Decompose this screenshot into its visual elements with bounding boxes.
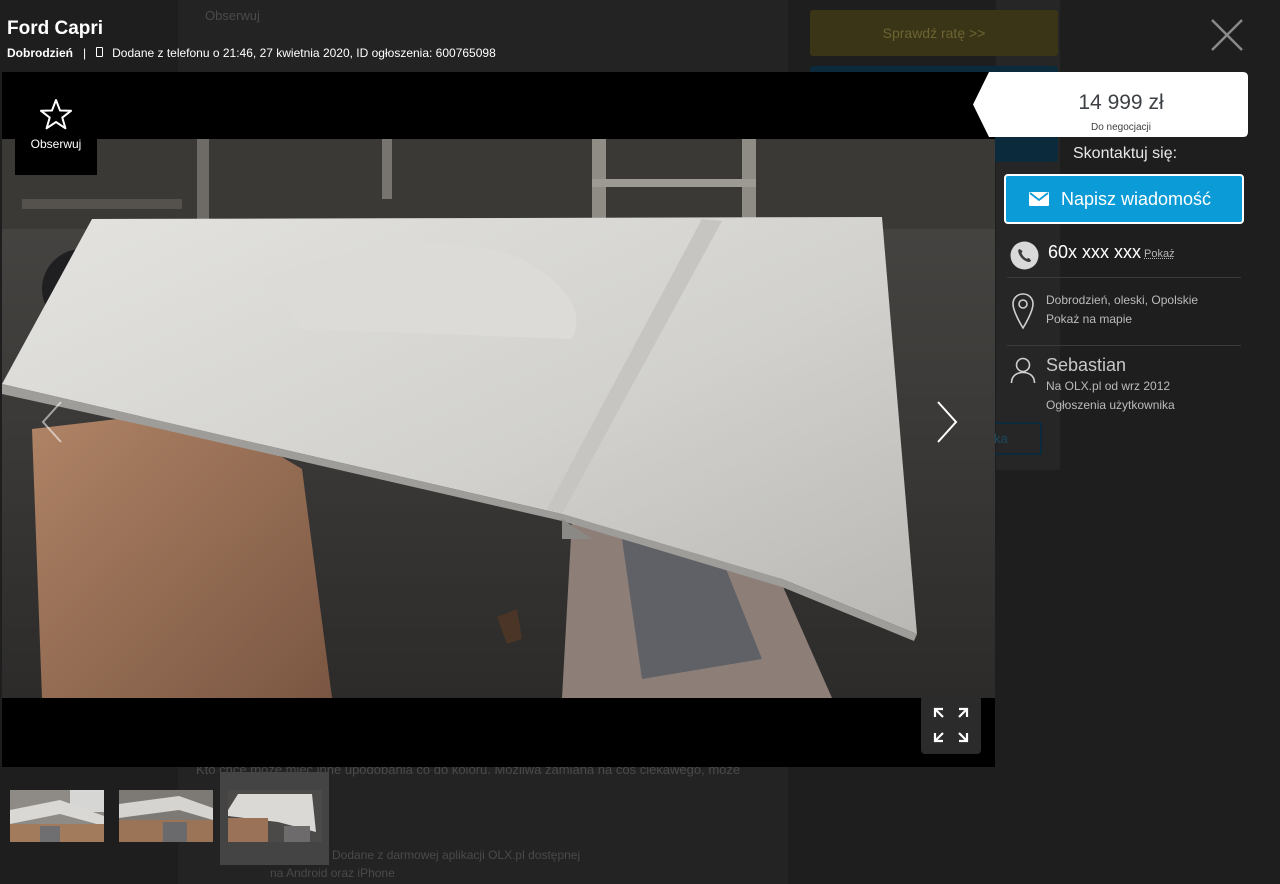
follow-label: Obserwuj <box>30 137 82 151</box>
map-pin-icon <box>1012 293 1034 330</box>
chevron-left-icon <box>41 401 62 443</box>
seller-address: Dobrodzień, oleski, Opolskie <box>1046 293 1199 307</box>
main-photo <box>2 139 995 698</box>
next-photo-arrow[interactable] <box>934 400 960 444</box>
contact-divider <box>1007 277 1241 278</box>
background-check-rate-button: Sprawdź ratę >> <box>810 10 1058 56</box>
send-message-label: Napisz wiadomość <box>1061 188 1212 209</box>
contact-divider <box>1007 345 1241 346</box>
meta-separator: | <box>83 46 87 60</box>
send-message-button[interactable]: Napisz wiadomość <box>1004 174 1244 224</box>
star-icon <box>40 99 72 130</box>
show-phone-link[interactable]: Pokaż <box>1144 248 1175 260</box>
photo-thumbnail-selected[interactable] <box>228 790 322 842</box>
background-app-line-1: Dodane z darmowej aplikacji OLX.pl dostę… <box>332 848 581 862</box>
show-on-map-link[interactable]: Pokaż na mapie <box>1046 312 1132 326</box>
fullscreen-button[interactable] <box>921 696 981 754</box>
listing-title: Ford Capri <box>7 18 104 39</box>
photo-thumbnail[interactable] <box>119 790 213 842</box>
phone-icon <box>1010 241 1039 270</box>
price-card: 14 999 zł Do negocjacji <box>973 72 1248 137</box>
previous-photo-arrow[interactable] <box>39 400 65 444</box>
phone-number: 60x xxx xxx <box>1048 242 1142 262</box>
price-negotiable-note: Do negocjacji <box>1090 122 1152 133</box>
chevron-right-icon <box>937 401 958 443</box>
mobile-phone-icon <box>96 47 104 57</box>
seller-member-since: Na OLX.pl od wrz 2012 <box>1046 379 1171 393</box>
envelope-icon <box>1029 192 1049 206</box>
seller-name: Sebastian <box>1046 355 1127 375</box>
photo-viewer: Obserwuj <box>2 72 995 767</box>
listing-added-info: Dodane z telefonu o 21:46, 27 kwietnia 2… <box>112 46 496 60</box>
follow-button[interactable]: Obserwuj <box>15 91 97 175</box>
expand-icon <box>933 707 969 743</box>
background-follow-text: Obserwuj <box>205 8 260 23</box>
user-icon <box>1010 357 1036 384</box>
price-amount: 14 999 zł <box>1078 91 1164 114</box>
seller-ads-link[interactable]: Ogłoszenia użytkownika <box>1046 398 1175 412</box>
listing-meta: Dobrodzień | Dodane z telefonu o 21:46, … <box>7 46 496 60</box>
photo-thumbnail[interactable] <box>10 790 104 842</box>
contact-heading: Skontaktuj się: <box>1073 145 1178 162</box>
listing-location: Dobrodzień <box>7 46 73 60</box>
background-app-line-2: na Android oraz iPhone <box>270 866 395 880</box>
close-icon[interactable] <box>1209 17 1245 53</box>
